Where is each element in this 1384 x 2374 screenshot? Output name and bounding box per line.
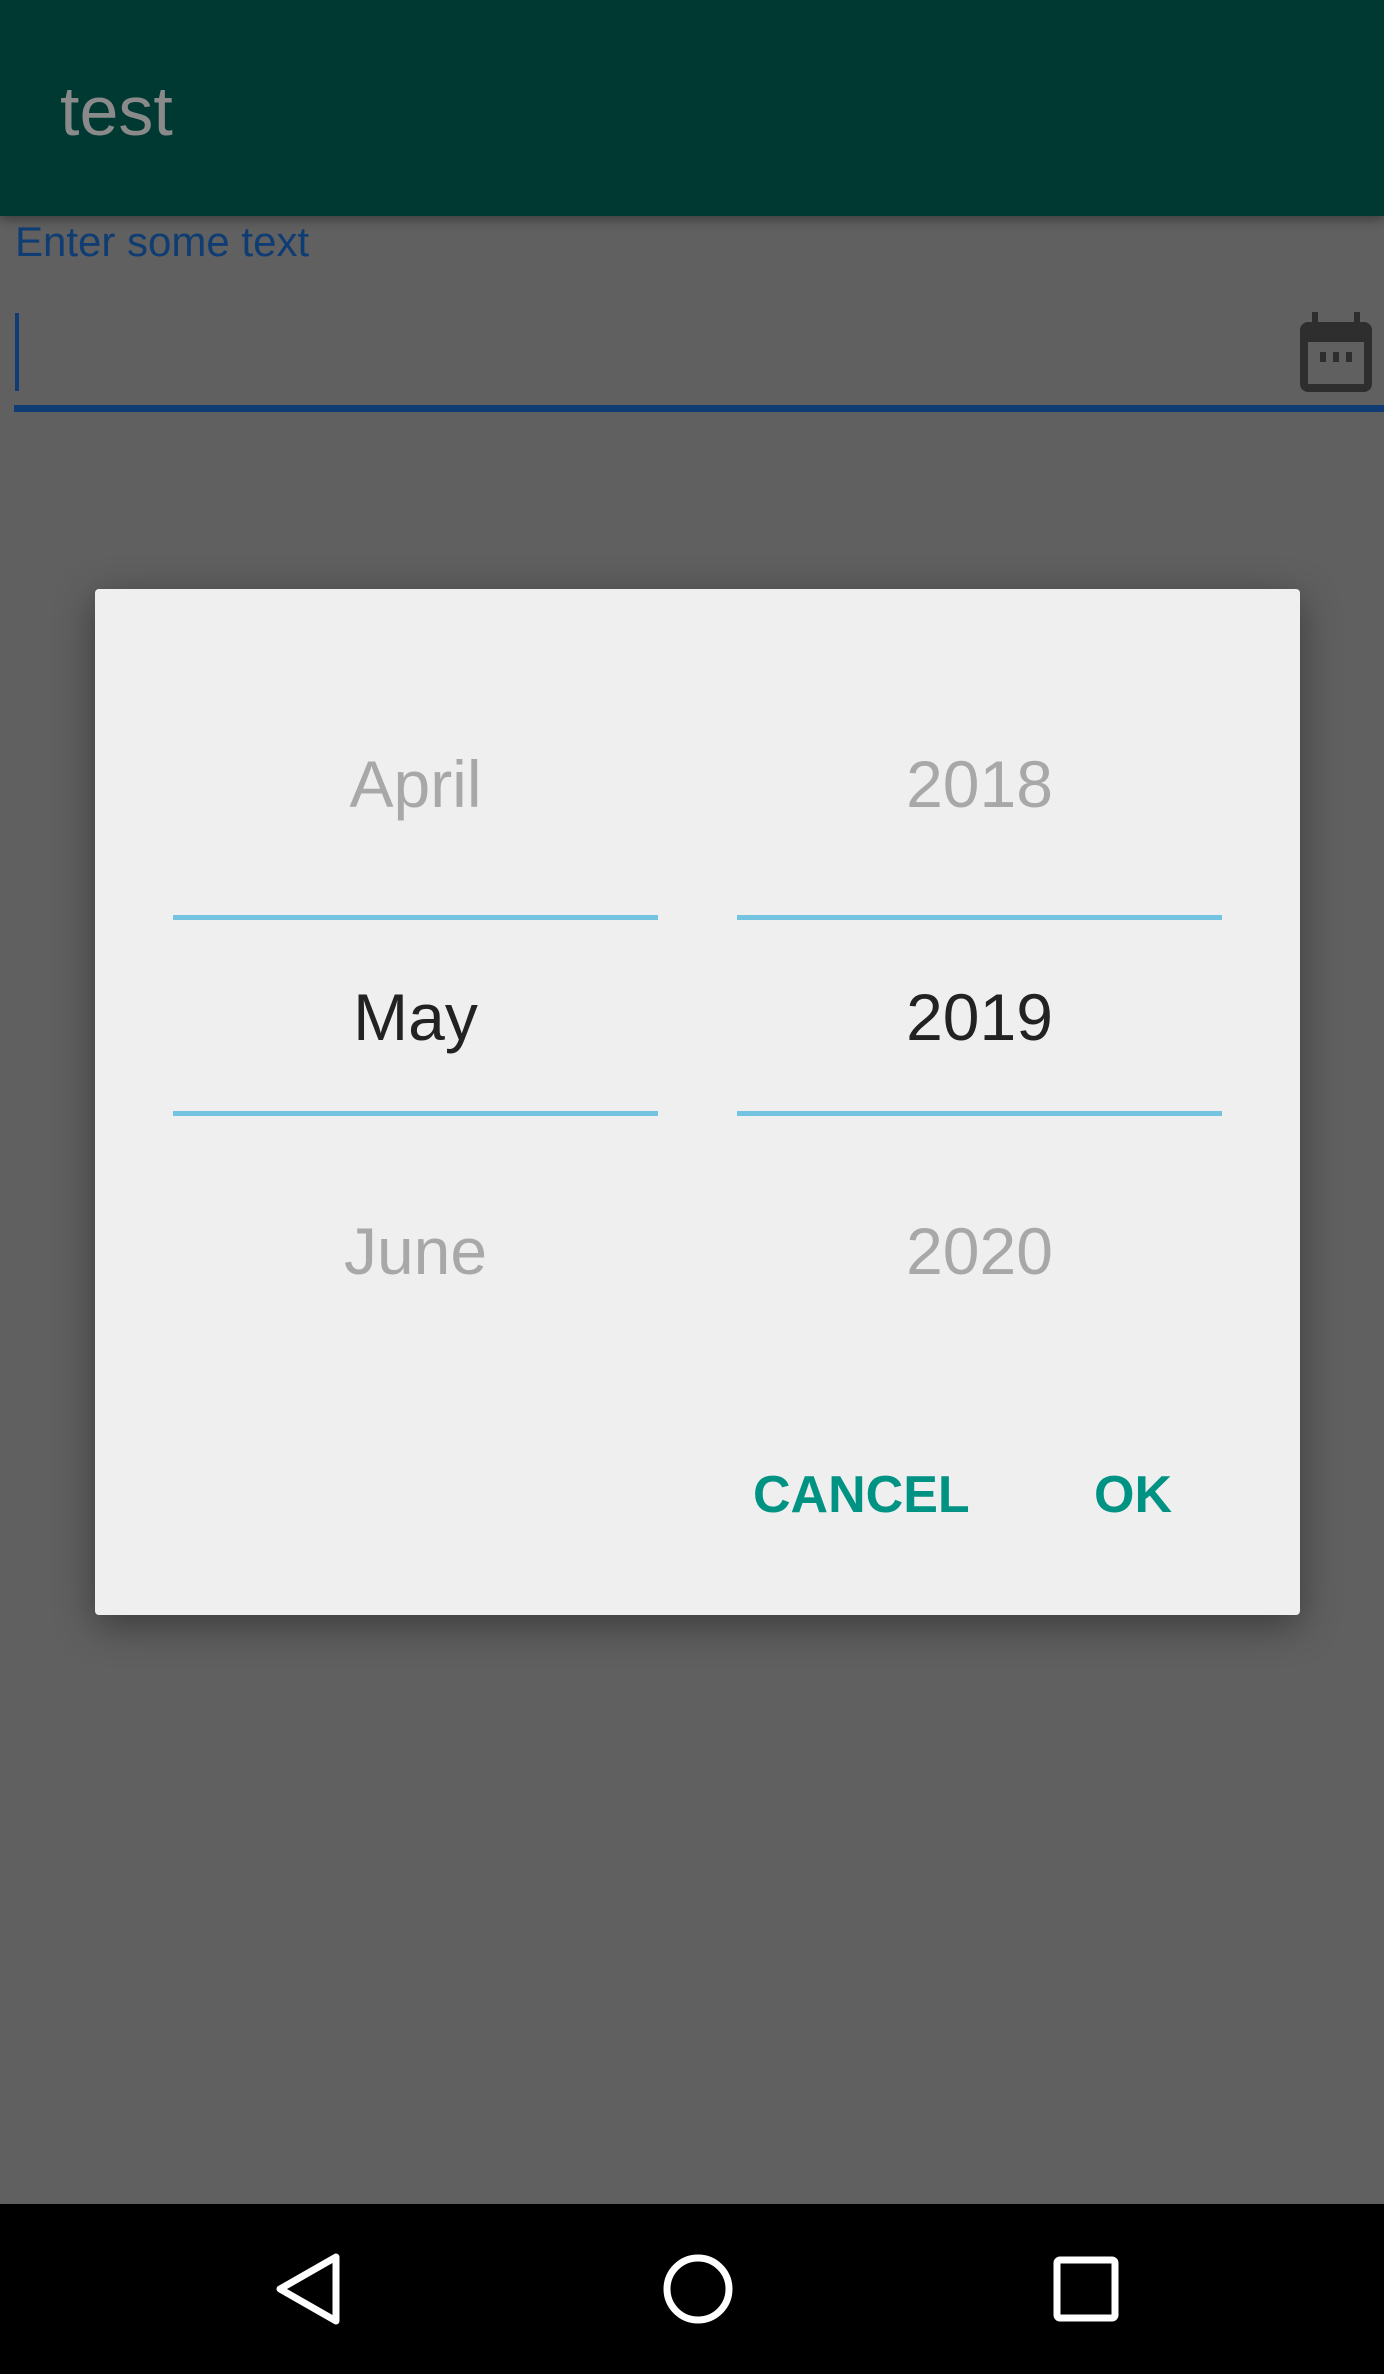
year-picker[interactable]: 2018 2019 2020 [737,589,1222,1489]
year-selected[interactable]: 2019 [737,977,1222,1057]
ok-button[interactable]: OK [1094,1465,1172,1525]
year-previous[interactable]: 2018 [737,744,1222,824]
navigation-bar [0,2204,1384,2374]
month-picker[interactable]: April May June [173,589,658,1489]
month-previous[interactable]: April [173,744,658,824]
back-icon[interactable] [270,2249,350,2329]
year-divider-top [737,915,1222,920]
month-divider-bottom [173,1111,658,1116]
month-year-picker-dialog: April May June 2018 2019 2020 CANCEL OK [95,589,1300,1615]
app-title: test [60,72,173,150]
recents-icon[interactable] [1046,2249,1126,2329]
month-next[interactable]: June [173,1211,658,1291]
cancel-button[interactable]: CANCEL [753,1465,970,1525]
calendar-icon[interactable] [1298,312,1374,394]
year-divider-bottom [737,1111,1222,1116]
text-field-underline[interactable] [14,405,1384,412]
text-cursor [15,313,19,391]
month-selected[interactable]: May [173,977,658,1057]
month-divider-top [173,915,658,920]
year-next[interactable]: 2020 [737,1211,1222,1291]
text-field-label: Enter some text [15,218,310,265]
home-icon[interactable] [658,2249,738,2329]
app-bar: test [0,0,1384,216]
